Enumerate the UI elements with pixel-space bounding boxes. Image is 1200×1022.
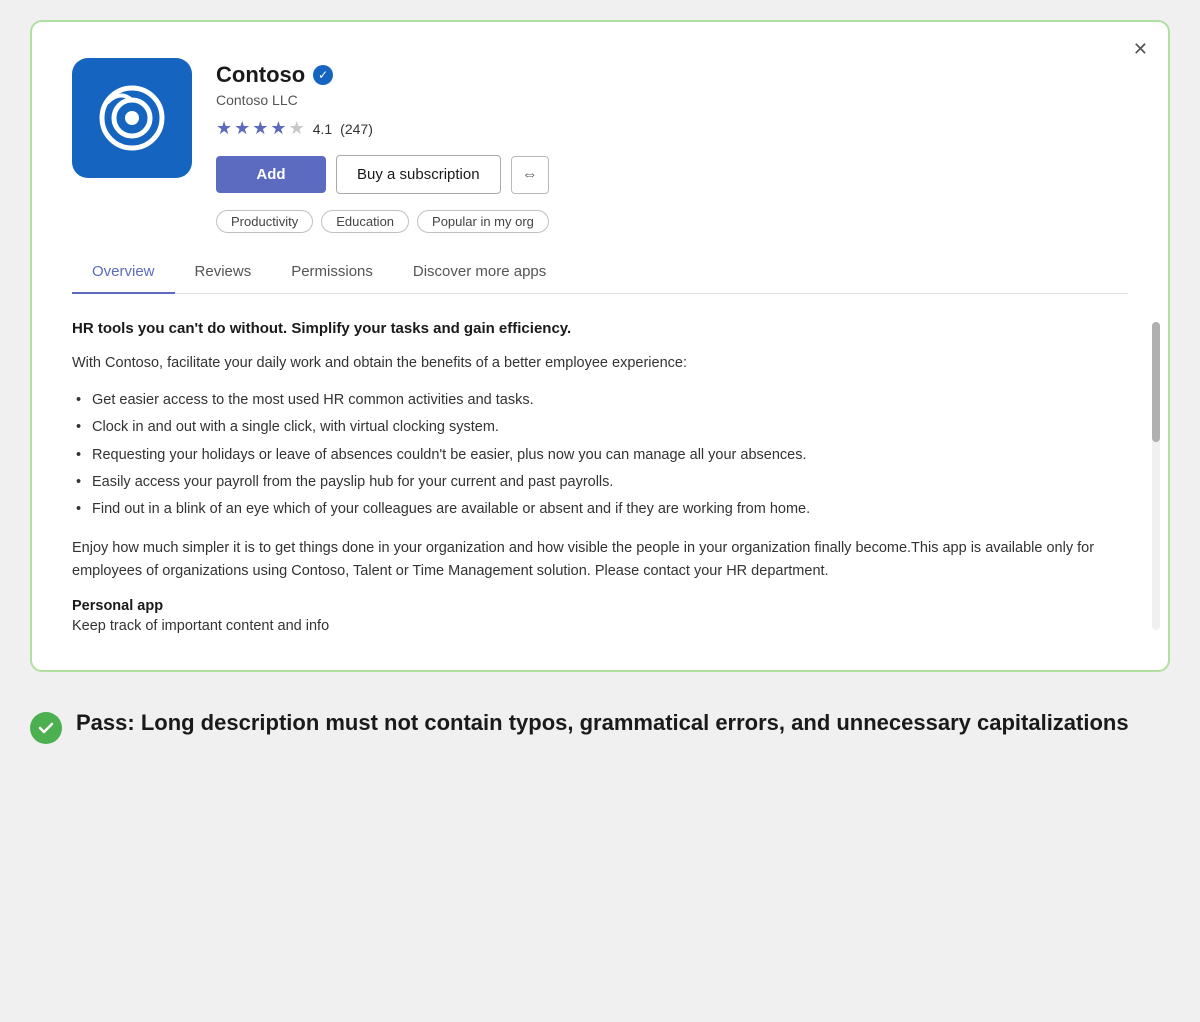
app-detail-card: ✕ Contoso ✓ Contoso LLC ★ ★ ★ ★ (30, 20, 1170, 672)
pass-label: Pass: Long description must not contain … (76, 708, 1129, 739)
body-text: Enjoy how much simpler it is to get thin… (72, 537, 1108, 583)
tabs-bar: Overview Reviews Permissions Discover mo… (72, 251, 1128, 294)
star-2: ★ (234, 118, 250, 139)
list-item: Easily access your payroll from the pays… (76, 471, 1108, 494)
close-button[interactable]: ✕ (1133, 40, 1148, 58)
app-name: Contoso (216, 62, 305, 88)
verified-icon: ✓ (313, 65, 333, 85)
link-button[interactable]: ⇔ (511, 156, 549, 194)
list-item: Get easier access to the most used HR co… (76, 389, 1108, 412)
star-1: ★ (216, 118, 232, 139)
rating-row: ★ ★ ★ ★ ★ 4.1 (247) (216, 118, 1128, 139)
tab-permissions[interactable]: Permissions (271, 251, 393, 294)
tab-discover[interactable]: Discover more apps (393, 251, 566, 294)
tag-productivity[interactable]: Productivity (216, 210, 313, 233)
list-item: Clock in and out with a single click, wi… (76, 416, 1108, 439)
tags-row: Productivity Education Popular in my org (216, 210, 1128, 233)
star-3: ★ (252, 118, 268, 139)
star-5: ★ (289, 118, 305, 139)
app-logo (72, 58, 192, 178)
list-item: Requesting your holidays or leave of abs… (76, 444, 1108, 467)
content-list: Get easier access to the most used HR co… (72, 389, 1108, 521)
add-button[interactable]: Add (216, 156, 326, 193)
tab-reviews[interactable]: Reviews (175, 251, 272, 294)
tag-education[interactable]: Education (321, 210, 409, 233)
app-info: Contoso ✓ Contoso LLC ★ ★ ★ ★ ★ 4.1 (247… (216, 58, 1128, 233)
scroll-thumb[interactable] (1152, 322, 1160, 442)
content-area: HR tools you can't do without. Simplify … (72, 318, 1128, 634)
personal-app-desc: Keep track of important content and info (72, 618, 1108, 634)
app-publisher: Contoso LLC (216, 92, 1128, 108)
subscribe-button[interactable]: Buy a subscription (336, 155, 501, 194)
tab-overview[interactable]: Overview (72, 251, 175, 294)
personal-app-title: Personal app (72, 598, 1108, 614)
stars: ★ ★ ★ ★ ★ (216, 118, 305, 139)
rating-value: 4.1 (313, 121, 332, 137)
star-4: ★ (270, 118, 286, 139)
pass-result-section: Pass: Long description must not contain … (30, 700, 1170, 744)
list-item: Find out in a blink of an eye which of y… (76, 498, 1108, 521)
action-row: Add Buy a subscription ⇔ (216, 155, 1128, 194)
content-headline: HR tools you can't do without. Simplify … (72, 318, 1108, 341)
tag-popular[interactable]: Popular in my org (417, 210, 549, 233)
pass-icon (30, 712, 62, 744)
scroll-track[interactable] (1152, 322, 1160, 630)
rating-count: (247) (340, 121, 373, 137)
app-header: Contoso ✓ Contoso LLC ★ ★ ★ ★ ★ 4.1 (247… (72, 58, 1128, 233)
content-intro: With Contoso, facilitate your daily work… (72, 352, 1108, 375)
app-title-row: Contoso ✓ (216, 62, 1128, 88)
